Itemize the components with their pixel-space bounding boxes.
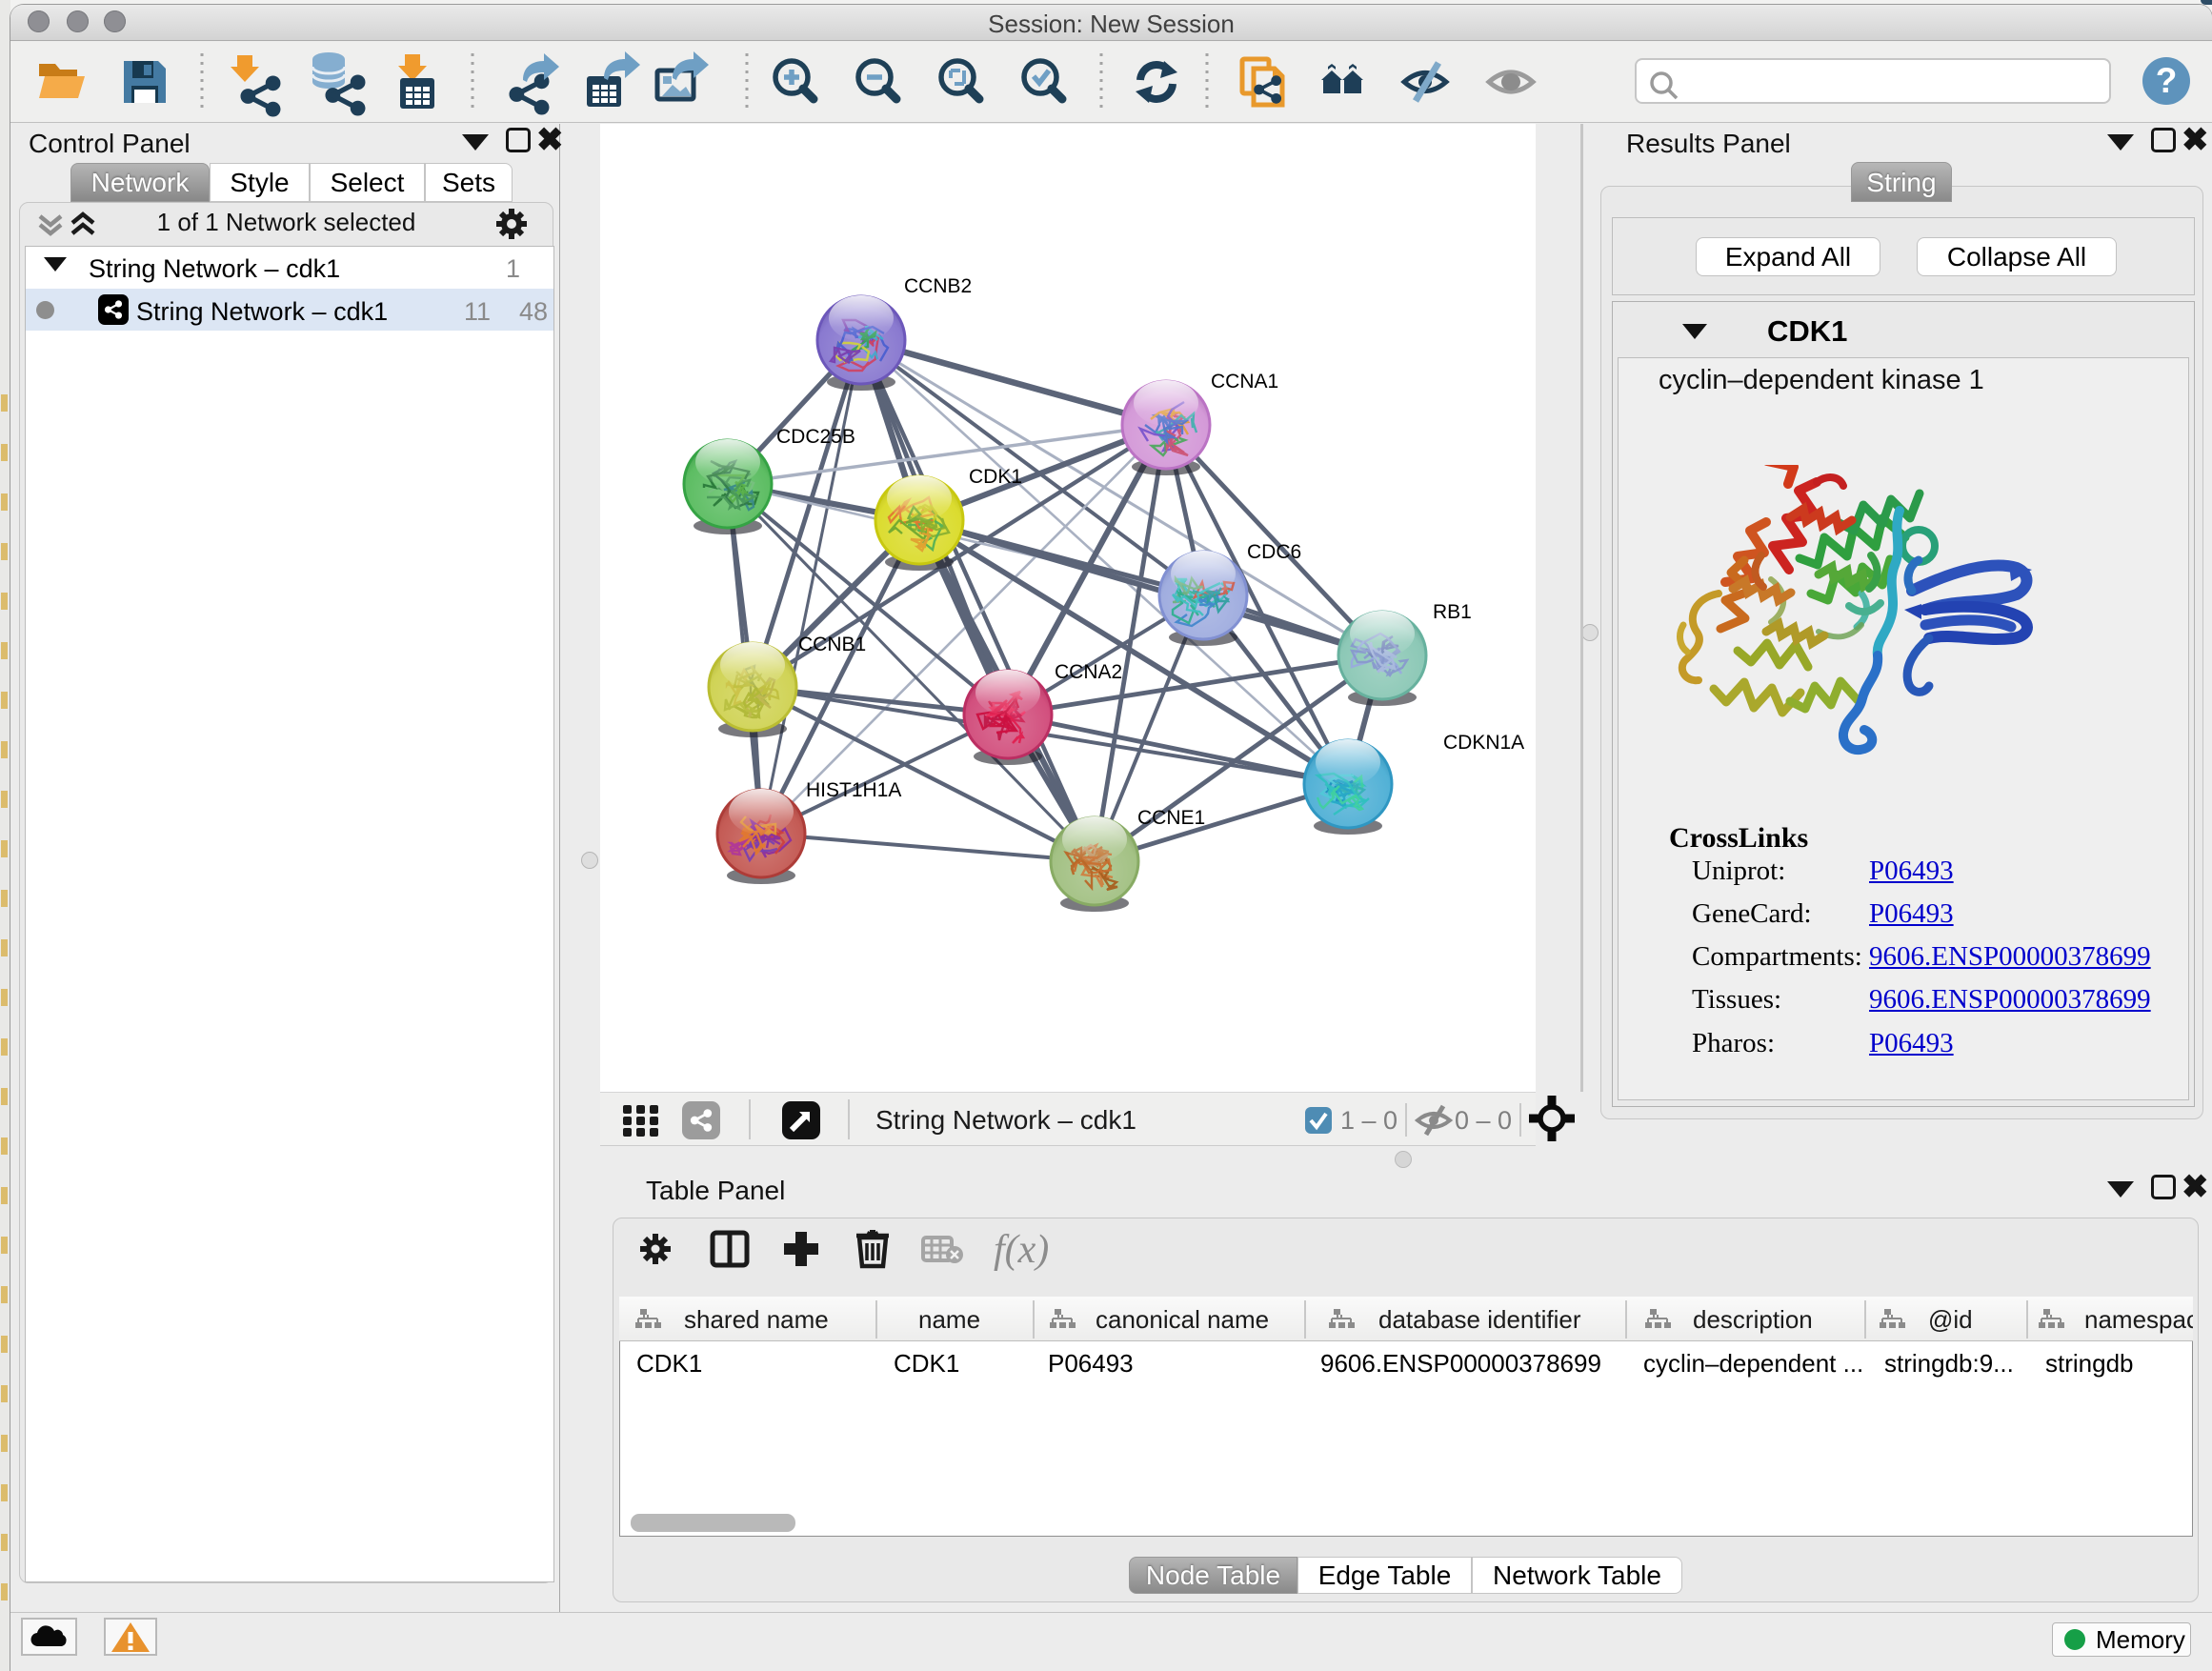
svg-text:CDC6: CDC6 (1247, 541, 1301, 563)
svg-text:CCNE1: CCNE1 (1137, 807, 1205, 829)
svg-text:namespac: namespac (2084, 1305, 2193, 1334)
svg-text:HIST1H1A: HIST1H1A (806, 779, 901, 801)
svg-text:f(x): f(x) (994, 1228, 1049, 1272)
svg-text:CCNA1: CCNA1 (1211, 371, 1278, 393)
svg-text:CDKN1A: CDKN1A (1443, 732, 1524, 754)
svg-text:CDC25B: CDC25B (776, 426, 855, 448)
svg-text:1 – 0: 1 – 0 (1340, 1106, 1398, 1135)
svg-text:CCNB1: CCNB1 (798, 634, 866, 655)
svg-text:canonical name: canonical name (1096, 1305, 1269, 1334)
svg-text:RB1: RB1 (1433, 601, 1472, 623)
svg-text:CDK1: CDK1 (969, 466, 1022, 488)
svg-text:database identifier: database identifier (1378, 1305, 1581, 1334)
svg-text:name: name (918, 1305, 980, 1334)
svg-text:0 – 0: 0 – 0 (1455, 1106, 1512, 1135)
svg-text:description: description (1693, 1305, 1813, 1334)
svg-text:shared name: shared name (684, 1305, 829, 1334)
svg-text:@id: @id (1928, 1305, 1973, 1334)
svg-text:CCNB2: CCNB2 (904, 275, 972, 297)
svg-text:CCNA2: CCNA2 (1055, 661, 1122, 683)
svg-text:String Network – cdk1: String Network – cdk1 (875, 1105, 1136, 1135)
